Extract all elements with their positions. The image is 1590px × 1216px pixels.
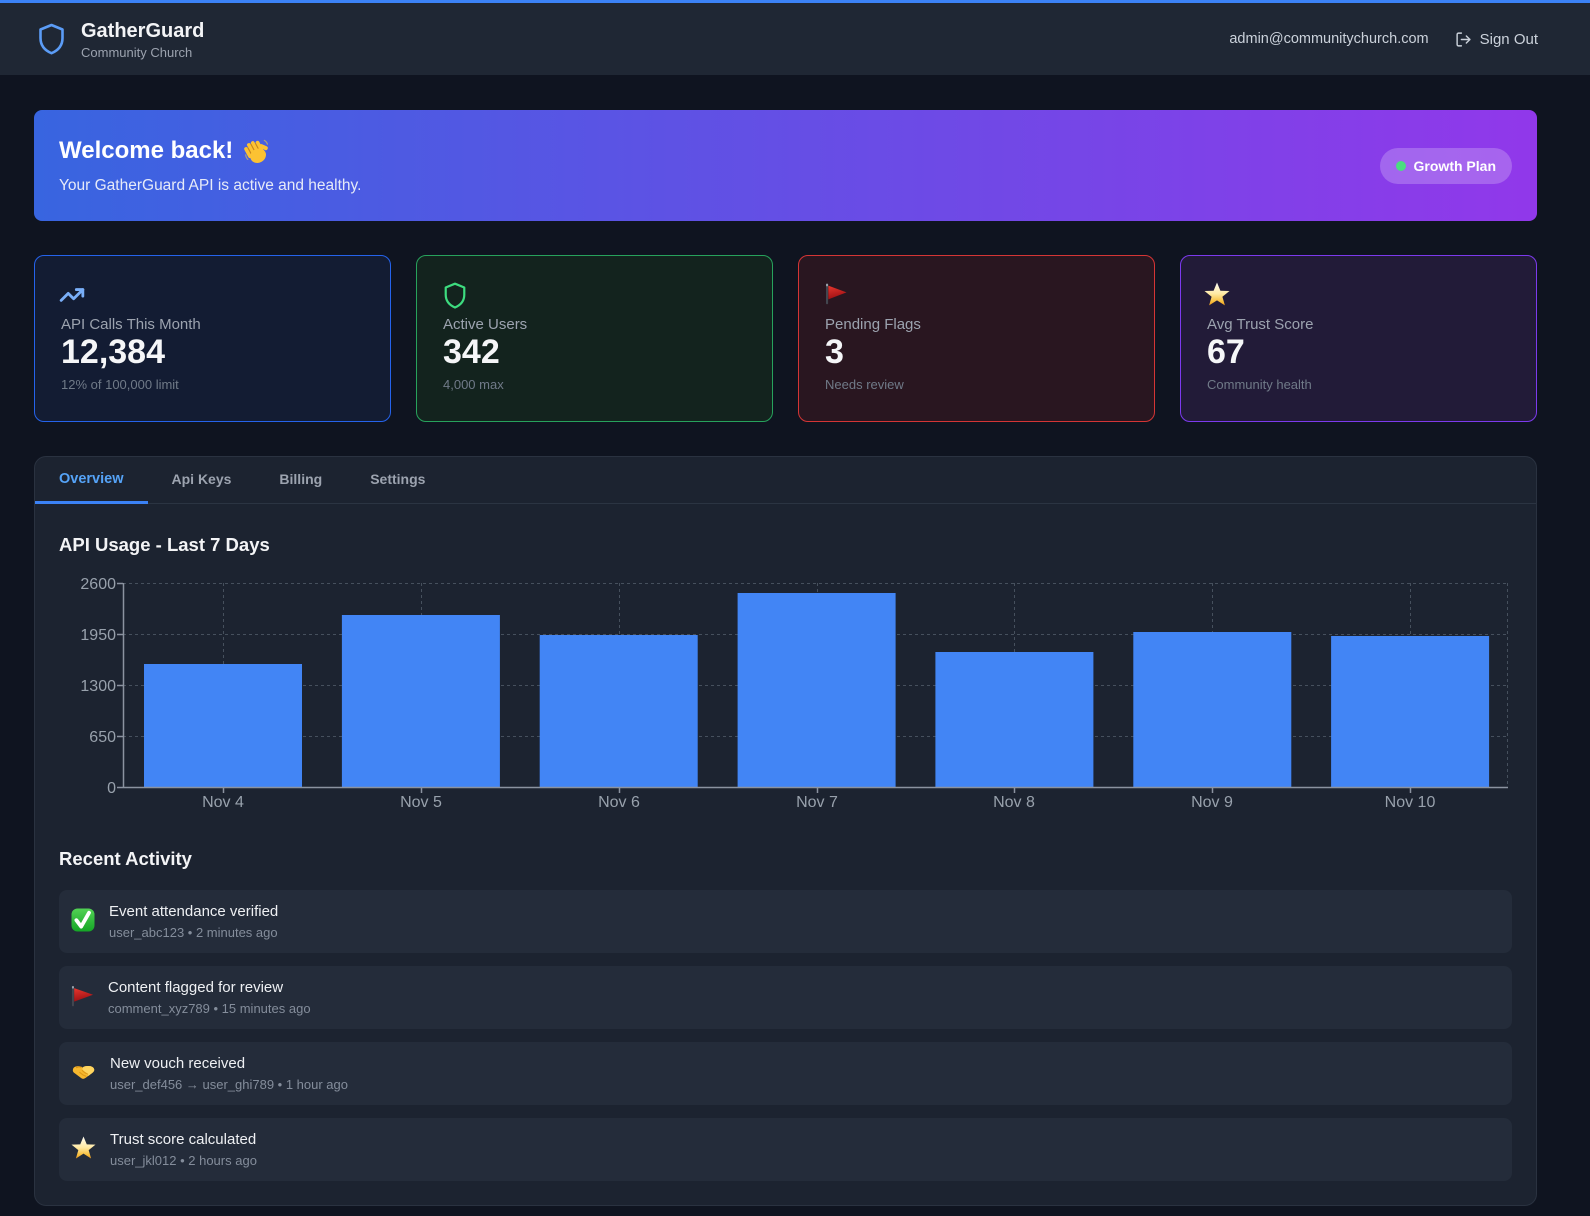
svg-text:Nov 9: Nov 9 — [1191, 794, 1233, 811]
svg-text:Nov 4: Nov 4 — [202, 794, 244, 811]
svg-text:650: 650 — [89, 729, 116, 746]
svg-text:Nov 7: Nov 7 — [796, 794, 838, 811]
svg-text:Nov 8: Nov 8 — [993, 794, 1035, 811]
svg-text:0: 0 — [107, 780, 116, 797]
svg-text:Nov 5: Nov 5 — [400, 794, 442, 811]
svg-text:Nov 6: Nov 6 — [598, 794, 640, 811]
svg-text:1950: 1950 — [80, 627, 116, 644]
svg-text:Nov 10: Nov 10 — [1385, 794, 1436, 811]
svg-text:1300: 1300 — [80, 678, 116, 695]
svg-text:2600: 2600 — [80, 576, 116, 593]
